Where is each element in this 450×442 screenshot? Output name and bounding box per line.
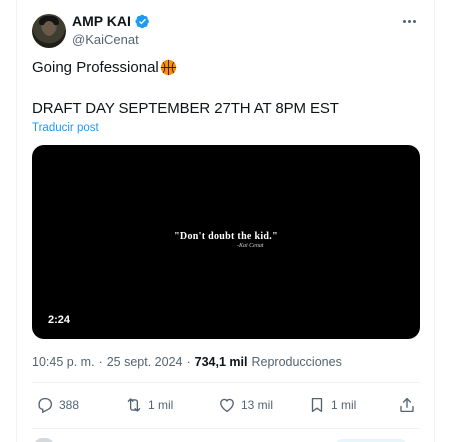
video-quote-attribution: -Kai Cenat	[237, 243, 264, 249]
tweet-meta: 10:45 p. m. · 25 sept. 2024 · 734,1 mil …	[32, 355, 342, 369]
meta-separator: ·	[98, 355, 103, 369]
meta-separator: ·	[186, 355, 191, 369]
share-button[interactable]	[398, 396, 416, 414]
frame-border-right	[434, 0, 435, 442]
tweet-text-line-1: Going Professional	[32, 59, 177, 76]
tweet-header: AMP KAI @KaiCenat	[32, 12, 420, 52]
reply-avatar	[34, 438, 54, 442]
divider	[32, 382, 420, 383]
author-handle[interactable]: @KaiCenat	[72, 32, 139, 47]
like-button[interactable]: 13 mil	[218, 396, 273, 414]
avatar-face	[43, 21, 55, 36]
retweet-button[interactable]: 1 mil	[125, 396, 173, 414]
reply-button[interactable]: 388	[36, 396, 79, 414]
video-duration-badge: 2:24	[48, 314, 71, 326]
more-dot	[412, 19, 416, 23]
reply-icon	[38, 397, 53, 414]
bookmark-button[interactable]: 1 mil	[308, 396, 356, 414]
tweet-time[interactable]: 10:45 p. m.	[32, 355, 95, 369]
views-count: 734,1 mil	[194, 355, 248, 369]
retweet-count: 1 mil	[148, 398, 174, 412]
author-name-row[interactable]: AMP KAI	[72, 13, 150, 29]
avatar[interactable]	[32, 14, 66, 48]
reply-count: 388	[59, 398, 80, 412]
retweet-icon	[127, 398, 141, 412]
divider	[32, 428, 420, 429]
heart-icon	[220, 398, 234, 413]
bookmark-icon	[311, 397, 323, 413]
views-label: Reproducciones	[251, 355, 342, 369]
author-display-name[interactable]: AMP KAI	[72, 13, 131, 29]
tweet-text: Going Professional	[32, 59, 159, 76]
frame-border-left	[16, 0, 17, 442]
translate-post-link[interactable]: Traducir post	[32, 122, 99, 134]
more-options-icon[interactable]	[398, 12, 420, 30]
action-bar: 388 1 mil 13 mil 1 mil	[32, 396, 420, 418]
video-quote-text: "Don't doubt the kid."	[174, 231, 278, 242]
tweet-date[interactable]: 25 sept. 2024	[107, 355, 183, 369]
share-icon	[400, 397, 414, 413]
more-dot	[402, 19, 406, 23]
video-player[interactable]: "Don't doubt the kid." -Kai Cenat 2:24	[32, 145, 420, 339]
basketball-icon	[160, 59, 176, 76]
tweet-text-line-2: DRAFT DAY SEPTEMBER 27TH AT 8PM EST	[32, 100, 339, 117]
bookmark-count: 1 mil	[331, 398, 357, 412]
like-count: 13 mil	[241, 398, 274, 412]
verified-badge-icon	[135, 14, 149, 28]
more-dot	[407, 19, 411, 23]
